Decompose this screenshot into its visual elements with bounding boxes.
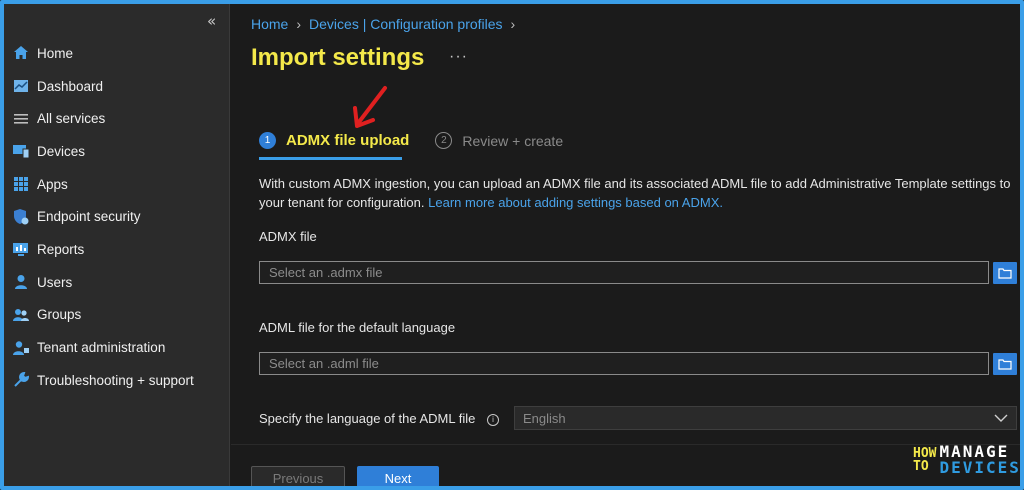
step-label: Review + create	[462, 132, 564, 149]
sidebar-item-label: Reports	[37, 241, 85, 257]
sidebar-item-label: All services	[37, 111, 106, 127]
user-icon	[12, 273, 30, 291]
next-button[interactable]: Next	[357, 466, 439, 486]
sidebar-item-label: Apps	[37, 176, 68, 192]
sidebar-item-groups[interactable]: Groups	[4, 299, 230, 332]
sidebar-item-label: Tenant administration	[37, 340, 166, 356]
breadcrumb-separator-icon: ›	[296, 16, 302, 32]
tenant-admin-icon	[12, 339, 30, 357]
step-number-badge: 1	[259, 132, 276, 149]
dashboard-icon	[12, 77, 30, 95]
wizard-steps: 1 ADMX file upload 2 Review + create	[259, 132, 589, 149]
breadcrumb-devices-link[interactable]: Devices | Configuration profiles	[309, 16, 503, 32]
sidebar-item-label: Troubleshooting + support	[37, 372, 194, 388]
sidebar-item-home[interactable]: Home	[4, 37, 230, 70]
sidebar-item-label: Home	[37, 45, 74, 61]
sidebar-item-label: Dashboard	[37, 78, 104, 94]
description-text: With custom ADMX ingestion, you can uplo…	[259, 174, 1020, 212]
devices-icon	[12, 142, 30, 160]
sidebar-item-endpoint-security[interactable]: Endpoint security	[4, 200, 230, 233]
sidebar-item-devices[interactable]: Devices	[4, 135, 230, 168]
admx-file-label: ADMX file	[259, 229, 317, 244]
adml-file-label: ADML file for the default language	[259, 320, 456, 335]
logo-devices-text: DEVICES	[939, 458, 1021, 477]
breadcrumb: Home › Devices | Configuration profiles …	[251, 16, 515, 32]
sidebar-item-label: Endpoint security	[37, 209, 141, 225]
sidebar-item-apps[interactable]: Apps	[4, 168, 230, 201]
home-icon	[12, 44, 30, 62]
main-content: Home › Devices | Configuration profiles …	[231, 4, 1020, 486]
logo-to-text: TO	[913, 459, 929, 474]
more-options-icon[interactable]: ···	[449, 48, 468, 66]
sidebar-item-tenant-administration[interactable]: Tenant administration	[4, 331, 230, 364]
info-icon[interactable]: i	[486, 413, 499, 426]
page-title: Import settings	[251, 44, 425, 71]
sidebar-item-reports[interactable]: Reports	[4, 233, 230, 266]
reports-icon	[12, 240, 30, 258]
sidebar-item-dashboard[interactable]: Dashboard	[4, 70, 230, 103]
step-label: ADMX file upload	[286, 132, 410, 149]
step-admx-file-upload[interactable]: 1 ADMX file upload	[259, 132, 409, 149]
app-window: « Home Dashboard All services Devices Ap…	[0, 0, 1024, 490]
previous-button[interactable]: Previous	[251, 466, 345, 486]
sidebar-nav: Home Dashboard All services Devices Apps…	[4, 37, 230, 397]
sidebar-item-label: Users	[37, 274, 73, 290]
folder-icon	[998, 268, 1012, 279]
chevron-down-icon	[994, 414, 1008, 422]
active-step-underline	[259, 157, 402, 160]
step-review-create[interactable]: 2 Review + create	[435, 132, 563, 149]
adml-browse-button[interactable]	[993, 353, 1017, 375]
sidebar-item-users[interactable]: Users	[4, 266, 230, 299]
shield-icon	[12, 208, 30, 226]
breadcrumb-home-link[interactable]: Home	[251, 16, 288, 32]
admx-file-input[interactable]: Select an .admx file	[259, 261, 989, 284]
howtomanagedevices-logo: HOW TO MANAGE DEVICES	[913, 444, 1021, 477]
annotation-arrow-icon	[353, 86, 387, 128]
sidebar-item-troubleshooting[interactable]: Troubleshooting + support	[4, 364, 230, 397]
sidebar: « Home Dashboard All services Devices Ap…	[4, 4, 230, 486]
breadcrumb-separator-icon: ›	[510, 16, 516, 32]
language-selected-value: English	[523, 410, 566, 426]
collapse-sidebar-icon[interactable]: «	[207, 12, 216, 30]
folder-icon	[998, 359, 1012, 370]
language-label-row: Specify the language of the ADML file i	[259, 411, 499, 426]
footer-divider	[231, 444, 1020, 445]
language-label: Specify the language of the ADML file	[259, 411, 476, 426]
sidebar-item-label: Devices	[37, 143, 86, 159]
groups-icon	[12, 306, 30, 324]
step-number-badge: 2	[435, 132, 453, 149]
language-dropdown[interactable]: English	[514, 406, 1017, 430]
learn-more-link[interactable]: Learn more about adding settings based o…	[428, 195, 723, 210]
wrench-icon	[12, 371, 30, 389]
adml-file-input[interactable]: Select an .adml file	[259, 352, 989, 375]
admx-browse-button[interactable]	[993, 262, 1017, 284]
list-icon	[12, 110, 30, 128]
sidebar-item-all-services[interactable]: All services	[4, 102, 230, 135]
apps-grid-icon	[12, 175, 30, 193]
sidebar-item-label: Groups	[37, 307, 82, 323]
